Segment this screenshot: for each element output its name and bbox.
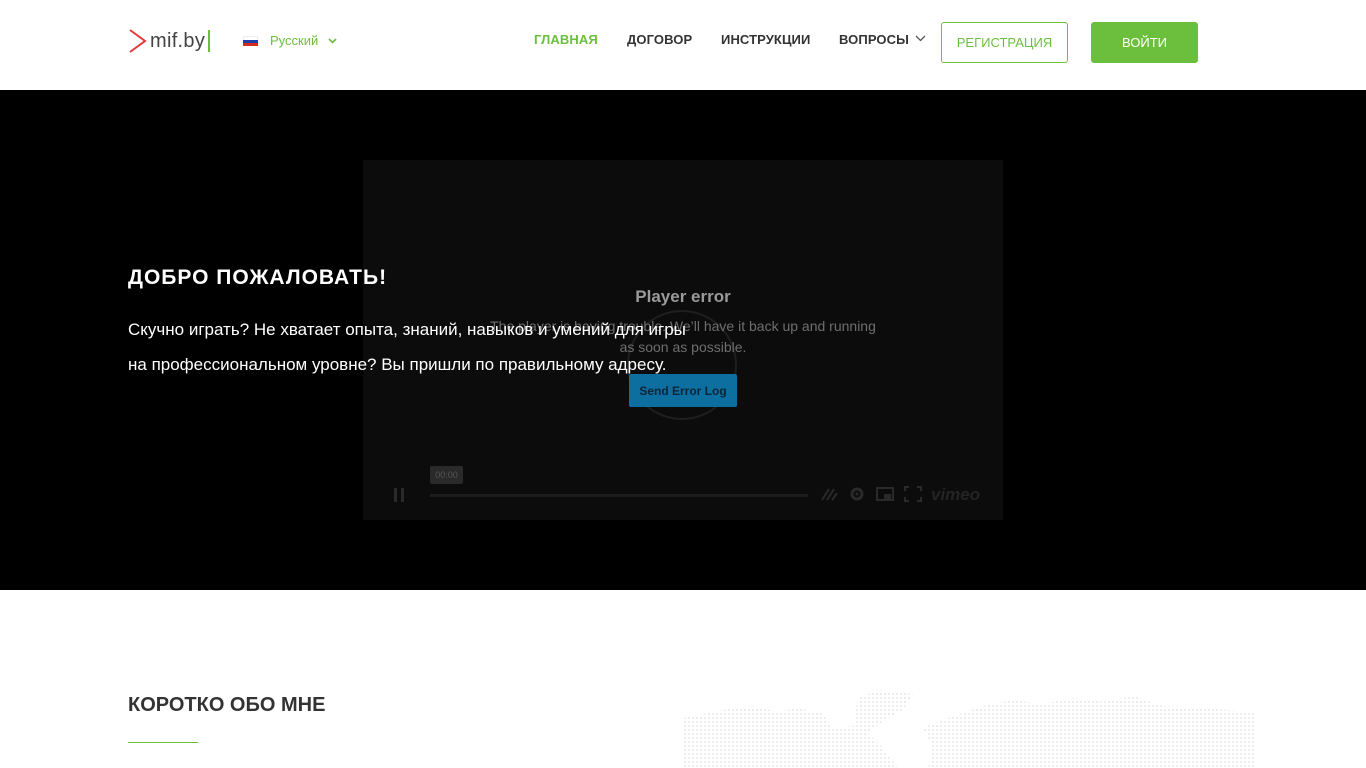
picture-in-picture-icon[interactable] <box>876 486 894 502</box>
nav-item-contract[interactable]: ДОГОВОР <box>627 32 692 47</box>
flag-ru-icon <box>243 35 258 46</box>
nav-item-questions[interactable]: ВОПРОСЫ <box>839 32 909 47</box>
register-button[interactable]: РЕГИСТРАЦИЯ <box>941 22 1068 63</box>
world-map-image <box>683 690 1254 768</box>
logo[interactable]: mif.by <box>128 28 211 54</box>
language-selector[interactable]: Русский <box>243 33 337 48</box>
hd-icon[interactable] <box>820 486 838 502</box>
site-header: mif.by Русский ГЛАВНАЯ ДОГОВОР ИНСТРУКЦИ… <box>0 0 1366 90</box>
welcome-text: Скучно играть? Не хватает опыта, знаний,… <box>128 320 686 374</box>
pause-icon[interactable] <box>394 488 404 502</box>
logo-arrow-icon <box>129 29 147 53</box>
vimeo-logo[interactable]: vimeo <box>931 485 980 505</box>
about-divider <box>128 742 198 743</box>
hero-section: Player error The player is having troubl… <box>0 90 1366 590</box>
welcome-title: ДОБРО ПОЖАЛОВАТЬ! <box>128 266 388 289</box>
gear-icon[interactable] <box>848 486 866 502</box>
chevron-down-icon <box>915 35 926 42</box>
nav-item-home[interactable]: ГЛАВНАЯ <box>534 32 598 47</box>
language-label: Русский <box>270 33 319 48</box>
player-error-title: Player error <box>635 287 731 306</box>
about-title: КОРОТКО ОБО МНЕ <box>128 694 326 716</box>
logo-text: mif.by <box>150 29 206 52</box>
logo-cursor-bar <box>208 30 211 52</box>
player-time: 00:00 <box>430 466 463 484</box>
fullscreen-icon[interactable] <box>904 486 922 502</box>
player-progress-bar[interactable] <box>430 494 808 497</box>
login-button[interactable]: ВОЙТИ <box>1091 22 1198 63</box>
chevron-down-icon <box>328 37 337 44</box>
nav-item-instructions[interactable]: ИНСТРУКЦИИ <box>721 32 810 47</box>
